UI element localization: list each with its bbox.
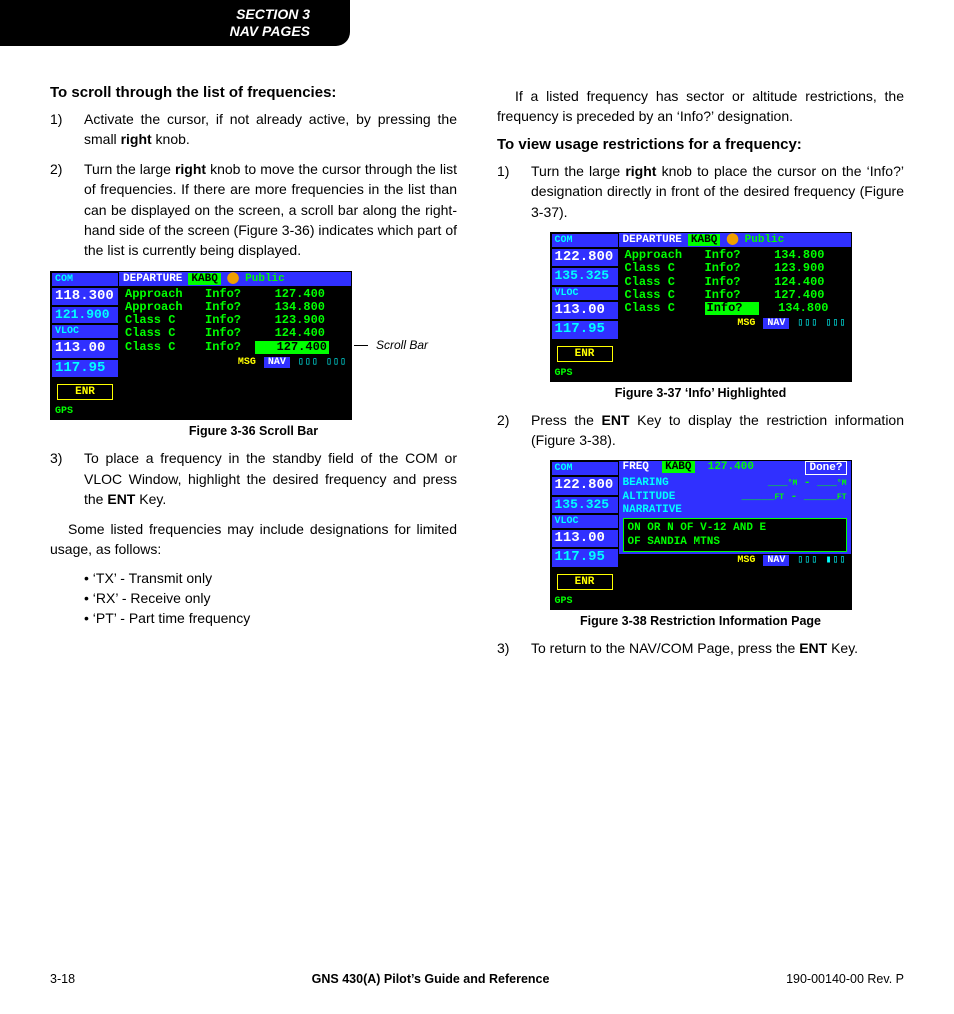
frequency-row: Class CInfo?124.400 (623, 276, 849, 289)
figure-3-36: COM 118.300 121.900 VLOC 113.00 117.95 E… (50, 271, 457, 439)
section-tab-line1: SECTION 3 (60, 6, 310, 23)
enr-indicator: ENR (57, 384, 113, 400)
list-item: 3)To return to the NAV/COM Page, press t… (497, 638, 904, 658)
frequency-row: Class CInfo?124.400 (123, 327, 349, 340)
fig38-caption: Figure 3-38 Restriction Information Page (497, 614, 904, 628)
page-boxes-icon: ▯▯▯ ▯▯▯ (298, 357, 347, 368)
gps-indicator: GPS (51, 402, 119, 419)
com-standby: 121.900 (51, 306, 119, 324)
left-column: To scroll through the list of frequencie… (50, 76, 457, 669)
list-item: ‘RX’ - Receive only (84, 590, 457, 606)
public-label: Public (245, 273, 285, 285)
section-tab-line2: NAV PAGES (60, 23, 310, 40)
frequency-row: Class CInfo?134.800 (623, 302, 849, 315)
done-button[interactable]: Done? (805, 461, 846, 475)
figure-3-38: COM 122.800 135.325 VLOC 113.00 117.95 E… (497, 460, 904, 628)
fig37-caption: Figure 3-37 ‘Info’ Highlighted (497, 386, 904, 400)
vloc-active: 113.00 (51, 339, 119, 358)
fig36-caption: Figure 3-36 Scroll Bar (50, 424, 457, 438)
right-para1: If a listed frequency has sector or alti… (497, 86, 904, 127)
scrollbar-label: Scroll Bar (376, 338, 428, 352)
gns-screen-37: COM 122.800 135.325 VLOC 113.00 117.95 E… (550, 232, 852, 382)
right-steps-a: 1)Turn the large right knob to place the… (497, 161, 904, 222)
public-dot-icon: ⬤ (726, 234, 738, 246)
com-label: COM (51, 272, 119, 287)
airport-chip: KABQ (188, 273, 220, 285)
frequency-row: Class CInfo?123.900 (623, 262, 849, 275)
vloc-label: VLOC (51, 324, 119, 339)
page-number: 3-18 (50, 972, 75, 986)
right-steps-c: 3)To return to the NAV/COM Page, press t… (497, 638, 904, 658)
narrative-box: ON OR N OF V-12 AND E OF SANDIA MTNS (623, 518, 847, 553)
left-heading: To scroll through the list of frequencie… (50, 84, 457, 101)
page-footer: 3-18 GNS 430(A) Pilot’s Guide and Refere… (50, 972, 904, 986)
list-item: 2)Turn the large right knob to move the … (50, 159, 457, 260)
frequency-list: ApproachInfo?127.400ApproachInfo?134.800… (119, 286, 351, 356)
frequency-row: Class CInfo?127.400 (123, 341, 349, 354)
gns-screen-36: COM 118.300 121.900 VLOC 113.00 117.95 E… (50, 271, 352, 421)
right-heading: To view usage restrictions for a frequen… (497, 136, 904, 153)
frequency-row: Class CInfo?127.400 (623, 289, 849, 302)
section-tab: SECTION 3 NAV PAGES (0, 0, 350, 46)
doc-rev: 190-00140-00 Rev. P (786, 972, 904, 986)
figure-3-37: COM 122.800 135.325 VLOC 113.00 117.95 E… (497, 232, 904, 400)
left-para: Some listed frequencies may include desi… (50, 519, 457, 560)
vloc-standby: 117.95 (51, 359, 119, 378)
left-steps-b: 3)To place a frequency in the standby fi… (50, 448, 457, 509)
designation-list: ‘TX’ - Transmit only ‘RX’ - Receive only ‘… (50, 570, 457, 626)
frequency-row: ApproachInfo?127.400 (123, 288, 349, 301)
public-dot-icon: ⬤ (227, 273, 239, 285)
right-column: If a listed frequency has sector or alti… (497, 76, 904, 669)
list-item: 1)Turn the large right knob to place the… (497, 161, 904, 222)
scrollbar-pointer-icon (354, 345, 368, 346)
com-active: 118.300 (51, 287, 119, 306)
list-item: ‘PT’ - Part time frequency (84, 610, 457, 626)
list-item: 2)Press the ENT Key to display the restr… (497, 410, 904, 451)
right-steps-b: 2)Press the ENT Key to display the restr… (497, 410, 904, 451)
doc-title: GNS 430(A) Pilot’s Guide and Reference (312, 972, 550, 986)
list-item: ‘TX’ - Transmit only (84, 570, 457, 586)
list-item: 1)Activate the cursor, if not already ac… (50, 109, 457, 150)
departure-label: DEPARTURE (123, 273, 182, 285)
gns-screen-38: COM 122.800 135.325 VLOC 113.00 117.95 E… (550, 460, 852, 610)
frequency-list: ApproachInfo?134.800Class CInfo?123.900C… (619, 247, 851, 317)
msg-indicator: MSG (238, 357, 256, 368)
nav-chip: NAV (264, 357, 290, 368)
list-item: 3)To place a frequency in the standby fi… (50, 448, 457, 509)
left-steps-a: 1)Activate the cursor, if not already ac… (50, 109, 457, 261)
